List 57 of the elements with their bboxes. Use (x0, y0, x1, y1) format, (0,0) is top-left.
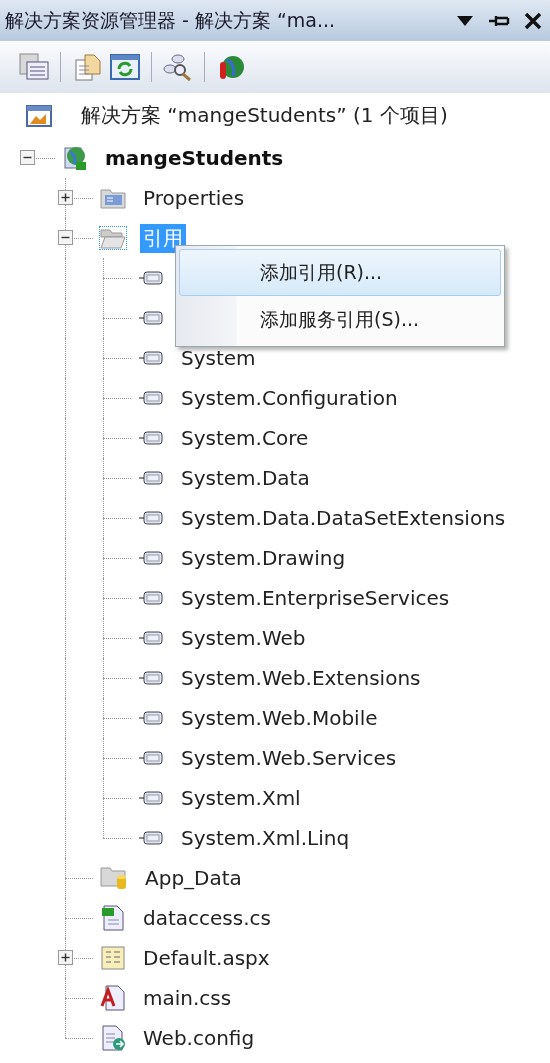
expander-icon[interactable] (58, 230, 73, 245)
reference-icon (138, 670, 164, 686)
reference-icon (138, 430, 164, 446)
tree-item[interactable]: System (178, 345, 259, 371)
tree-item[interactable]: System.Xml.Linq (178, 825, 353, 851)
reference-icon (138, 390, 164, 406)
data-folder-icon (100, 865, 128, 891)
refresh-icon[interactable] (109, 52, 141, 82)
reference-icon (138, 790, 164, 806)
solution-label[interactable]: 解决方案 “mangeStudents” (1 个项目) (78, 101, 451, 130)
reference-icon (138, 830, 164, 846)
reference-icon (138, 470, 164, 486)
project-icon (62, 144, 88, 172)
web-form-icon (100, 945, 126, 971)
solution-icon (26, 103, 52, 128)
tree-item[interactable]: Default.aspx (140, 945, 273, 971)
reference-icon (138, 710, 164, 726)
expander-icon[interactable] (58, 190, 73, 205)
tree-item[interactable]: Web.config (140, 1025, 258, 1051)
tree-item[interactable]: App_Data (142, 865, 245, 891)
tree-item[interactable]: main.css (140, 985, 235, 1011)
tree-item[interactable]: mangeStudents (102, 145, 287, 171)
expander-icon[interactable] (20, 150, 35, 165)
properties-icon[interactable] (18, 52, 50, 82)
window-title: 解决方案资源管理器 - 解决方案 “ma... (5, 7, 337, 33)
tree-item[interactable]: System.Web (178, 625, 309, 651)
tree-item[interactable]: System.Xml (178, 785, 304, 811)
tree-item[interactable]: System.Web.Mobile (178, 705, 381, 731)
reference-icon (138, 270, 164, 286)
tree-item[interactable]: System.Configuration (178, 385, 401, 411)
reference-icon (138, 630, 164, 646)
tree-item[interactable]: System.Core (178, 425, 312, 451)
reference-icon (138, 350, 164, 366)
tree-item[interactable]: Properties (140, 185, 248, 211)
close-icon[interactable] (524, 11, 542, 30)
tree-item[interactable]: System.EnterpriseServices (178, 585, 453, 611)
code-file-icon (100, 904, 126, 932)
config-file-icon (100, 1024, 126, 1052)
stylesheet-icon (100, 984, 126, 1012)
reference-icon (138, 590, 164, 606)
tree-item[interactable]: System.Data (178, 465, 313, 491)
reference-icon (138, 550, 164, 566)
tree-item[interactable]: System.Drawing (178, 545, 349, 571)
menu-item[interactable]: 添加引用(R)... (179, 249, 501, 296)
tree-item[interactable]: dataccess.cs (140, 905, 274, 931)
dropdown-icon[interactable] (456, 14, 474, 27)
open-folder-icon (100, 227, 126, 249)
tree-item[interactable]: System.Web.Services (178, 745, 400, 771)
menu-item[interactable]: 添加服务引用(S)... (179, 296, 501, 343)
reference-icon (138, 510, 164, 526)
expander-icon[interactable] (58, 950, 73, 965)
class-diagram-icon[interactable] (162, 52, 194, 82)
tree-item[interactable]: System.Data.DataSetExtensions (178, 505, 509, 531)
reference-icon (138, 750, 164, 766)
folder-icon (100, 187, 126, 209)
reference-icon (138, 310, 164, 326)
tree-item[interactable]: System.Web.Extensions (178, 665, 424, 691)
